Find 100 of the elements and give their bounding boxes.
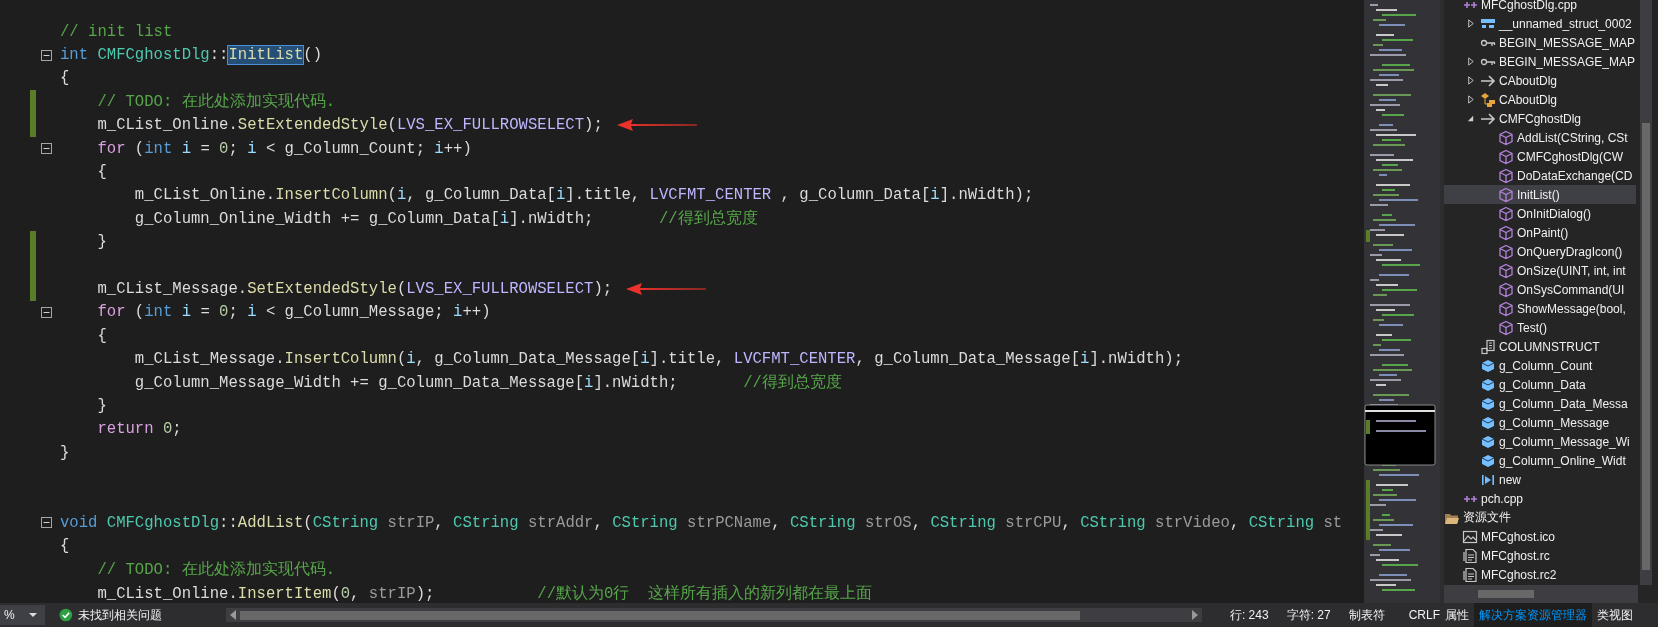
tree-item[interactable]: AddList(CString, CSt <box>1444 128 1636 147</box>
code-line: for (int i = 0; i < g_Column_Message; i++) <box>96 303 491 322</box>
tree-item[interactable]: MFCghostDlg.cpp <box>1444 0 1636 14</box>
code-line: int CMFCghostDlg::InitList() <box>60 46 323 65</box>
code-line: m_CList_Message.InsertColumn(i, g_Column_Data_Message[i].title, LVCFMT_CENTER, g_Column_Data_Message[i].nWidth); <box>133 350 1183 369</box>
tree-item[interactable]: CMFCghostDlg <box>1444 109 1636 128</box>
tree-item[interactable]: CAboutDlg <box>1444 71 1636 90</box>
collapsed-arrow-icon[interactable] <box>1466 57 1475 66</box>
code-line: void CMFCghostDlg::AddList(CString strIP, CString strAddr, CString strPCName, CString strOS, CString strCPU, CString strVideo, CString st <box>60 513 1343 532</box>
tool-tab[interactable]: 解决方案资源管理器 <box>1474 603 1592 627</box>
cube-icon <box>1480 376 1496 393</box>
tree-item[interactable]: g_Column_Message <box>1444 413 1636 432</box>
tree-item[interactable]: g_Column_Online_Widt <box>1444 451 1636 470</box>
code-line: { <box>96 163 107 182</box>
tree-item[interactable]: MFCghost.rc2 <box>1444 565 1636 584</box>
check-icon <box>59 608 73 622</box>
cube-icon <box>1498 300 1514 317</box>
line-indicator[interactable]: 行: 243 <box>1229 606 1269 624</box>
tree-item[interactable]: ShowMessage(bool, <box>1444 299 1636 318</box>
code-line: m_CList_Online.InsertItem(0, strIP); //默认为0行 这样所有插入的新列都在最上面 <box>96 583 873 603</box>
tool-tab[interactable]: 类视图 <box>1592 603 1638 627</box>
tree-item[interactable]: MFCghost.ico <box>1444 527 1636 546</box>
tree-item[interactable]: g_Column_Data_Messa <box>1444 394 1636 413</box>
code-line: } <box>60 443 70 462</box>
tree-item[interactable]: BEGIN_MESSAGE_MAP <box>1444 52 1636 71</box>
expanded-arrow-icon[interactable] <box>1466 114 1475 123</box>
collapsed-arrow-icon[interactable] <box>1466 76 1475 85</box>
tree-item[interactable]: Test() <box>1444 318 1636 337</box>
tree-item[interactable]: OnInitDialog() <box>1444 204 1636 223</box>
tree-item[interactable]: OnSysCommand(UI <box>1444 280 1636 299</box>
tree-item[interactable]: BEGIN_MESSAGE_MAP <box>1444 33 1636 52</box>
code-line: // init list <box>60 22 173 41</box>
document-icon <box>1480 338 1496 355</box>
tree-item[interactable]: InitList() <box>1444 185 1636 204</box>
arrow-icon <box>1480 110 1496 127</box>
tree-item[interactable]: g_Column_Data <box>1444 375 1636 394</box>
caret-icon <box>28 612 37 618</box>
cube-icon <box>1498 186 1514 203</box>
scrollbar[interactable] <box>225 608 1202 622</box>
code-line: } <box>96 396 107 415</box>
cube-icon <box>1498 148 1514 165</box>
code-line: // TODO: 在此处添加实现代码. <box>96 92 335 113</box>
tree-item[interactable]: CMFCghostDlg(CW <box>1444 147 1636 166</box>
document-icon <box>1462 547 1478 564</box>
cube-icon <box>1498 319 1514 336</box>
image-icon <box>1462 528 1478 545</box>
tree-item[interactable]: COLUMNSTRUCT <box>1444 337 1636 356</box>
collapsed-arrow-icon[interactable] <box>1466 19 1475 28</box>
arrow-icon <box>1480 72 1496 89</box>
scroll-left-icon[interactable] <box>229 610 236 620</box>
indent-indicator[interactable]: 制表符 <box>1348 606 1385 624</box>
tree-item[interactable]: OnSize(UINT, int, int <box>1444 261 1636 280</box>
tree-item[interactable]: DoDataExchange(CD <box>1444 166 1636 185</box>
collapsed-arrow-icon[interactable] <box>1466 95 1475 104</box>
tree-item[interactable]: 资源文件 <box>1444 508 1636 527</box>
nodes-icon <box>1480 91 1496 108</box>
code-line: g_Column_Message_Width += g_Column_Data_Message[i].nWidth; //得到总宽度 <box>133 372 842 394</box>
scroll-right-icon[interactable] <box>1191 610 1198 620</box>
tree-item[interactable]: new <box>1444 470 1636 489</box>
code-line: m_CList_Online.InsertColumn(i, g_Column_Data[i].title, LVCFMT_CENTER , g_Column_Data[i].nWidth); <box>133 186 1034 205</box>
cube-icon <box>1498 205 1514 222</box>
cube-icon <box>1498 281 1514 298</box>
tree-item[interactable]: g_Column_Message_Wi <box>1444 432 1636 451</box>
collapse-icon[interactable] <box>41 143 52 155</box>
code-line: { <box>96 326 107 345</box>
code-line: { <box>60 69 70 88</box>
tree-item[interactable]: OnQueryDragIcon() <box>1444 242 1636 261</box>
scrollbar[interactable] <box>1640 0 1652 585</box>
code-line: // TODO: 在此处添加实现代码. <box>96 560 335 581</box>
cube-icon <box>1498 167 1514 184</box>
cube-icon <box>1480 414 1496 431</box>
cube-icon <box>1498 243 1514 260</box>
code-line: { <box>60 537 70 556</box>
scrollbar[interactable] <box>1444 585 1638 603</box>
tree-item[interactable]: __unnamed_struct_0002 <box>1444 14 1636 33</box>
cube-icon <box>1480 433 1496 450</box>
tree-item[interactable]: MFCghost.rc <box>1444 546 1636 565</box>
collapse-icon[interactable] <box>41 306 52 318</box>
tool-tab[interactable]: 属性 <box>1440 603 1474 627</box>
collapse-icon[interactable] <box>41 49 52 61</box>
tree-item[interactable]: CAboutDlg <box>1444 90 1636 109</box>
code-line: m_CList_Online.SetExtendedStyle(LVS_EX_FULLROWSELECT); <box>96 116 603 135</box>
cube-icon <box>1480 357 1496 374</box>
document-icon <box>1462 566 1478 583</box>
tree-item[interactable]: pch.cpp <box>1444 489 1636 508</box>
cube-icon <box>1498 224 1514 241</box>
code-line: for (int i = 0; i < g_Column_Count; i++) <box>96 139 472 158</box>
minimap-drawing[interactable] <box>1364 0 1440 603</box>
column-indicator[interactable]: 字符: 27 <box>1286 606 1331 624</box>
zoom-dropdown[interactable]: % <box>0 605 46 625</box>
code-line: g_Column_Online_Width += g_Column_Data[i].nWidth; //得到总宽度 <box>133 208 758 230</box>
cube-icon <box>1498 262 1514 279</box>
issues-status[interactable]: 未找到相关问题 <box>77 606 162 624</box>
line-ending-indicator[interactable]: CRLF <box>1408 608 1440 622</box>
code-line: return 0; <box>96 420 182 439</box>
tree-item[interactable]: OnPaint() <box>1444 223 1636 242</box>
cube-icon <box>1480 452 1496 469</box>
tree-item[interactable]: g_Column_Count <box>1444 356 1636 375</box>
collapse-icon[interactable] <box>41 517 52 529</box>
code-line: m_CList_Message.SetExtendedStyle(LVS_EX_FULLROWSELECT); <box>96 280 613 298</box>
